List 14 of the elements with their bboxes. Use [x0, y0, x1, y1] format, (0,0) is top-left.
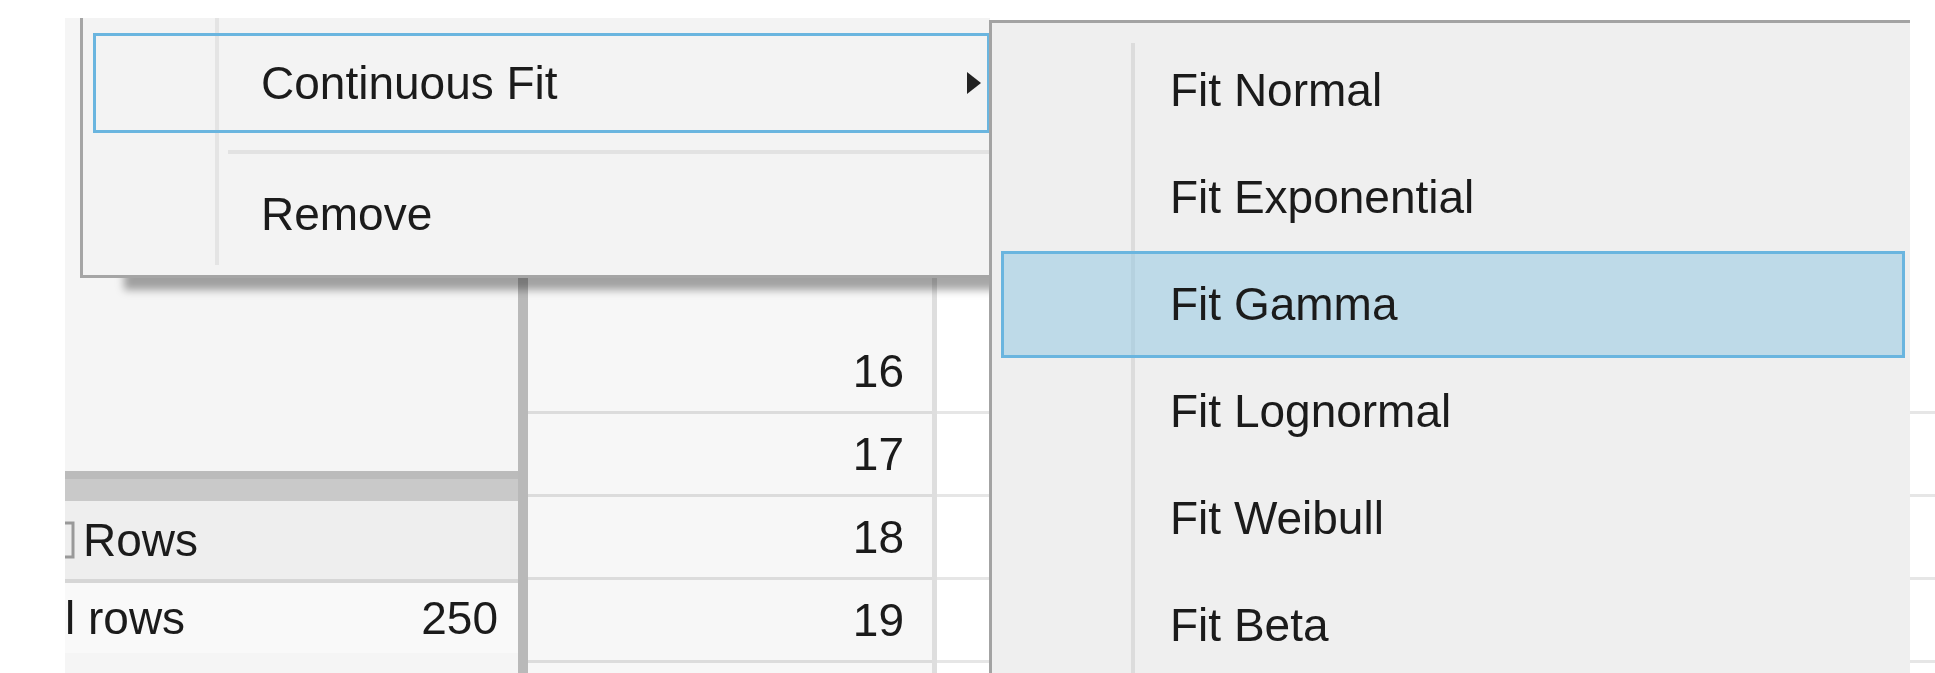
submenu-arrow-icon — [967, 72, 981, 94]
menu-item[interactable]: Fit Exponential — [1001, 144, 1905, 251]
row-label: l rows — [65, 590, 186, 646]
menu-item[interactable]: Remove — [93, 164, 990, 264]
menu-item[interactable]: Fit Beta — [1001, 572, 1905, 673]
panel-title: Rows — [83, 512, 199, 568]
row-count: 250 — [421, 590, 498, 646]
menu-item[interactable]: Fit Normal — [1001, 37, 1905, 144]
menu-item[interactable]: Continuous Fit — [93, 33, 990, 133]
rows-header[interactable]: Rows — [65, 501, 518, 583]
menu-item[interactable]: Fit Weibull — [1001, 465, 1905, 572]
disclosure-icon[interactable] — [65, 520, 77, 560]
menu-item[interactable]: Fit Gamma — [1001, 251, 1905, 358]
menu-item[interactable]: Fit Lognormal — [1001, 358, 1905, 465]
